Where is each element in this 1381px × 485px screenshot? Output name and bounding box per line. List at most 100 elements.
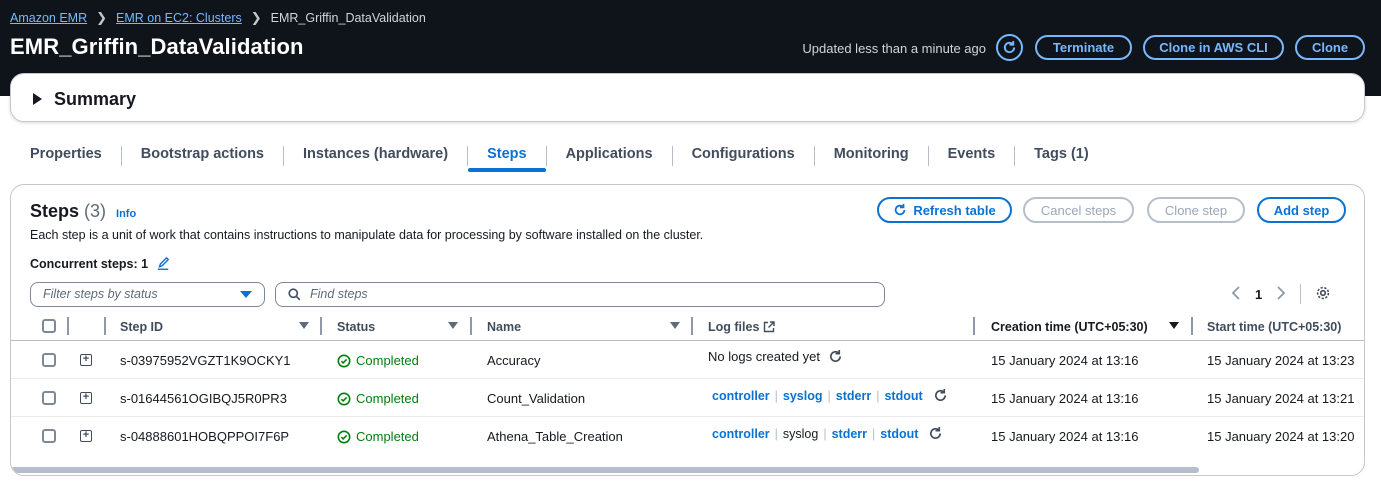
chevron-right-icon[interactable] [1276, 285, 1286, 303]
tab-events[interactable]: Events [929, 140, 1015, 172]
expand-row-icon[interactable]: + [80, 430, 92, 442]
terminate-button[interactable]: Terminate [1035, 35, 1132, 60]
breadcrumb-clusters[interactable]: EMR on EC2: Clusters [116, 11, 242, 25]
horizontal-scrollbar[interactable] [11, 467, 1199, 473]
refresh-icon [895, 203, 906, 216]
steps-count: (3) [84, 201, 107, 221]
status-text: Completed [356, 353, 419, 368]
refresh-button[interactable] [996, 34, 1023, 61]
step-id: s-03975952VGZT1K9OCKY1 [120, 353, 291, 368]
log-link-controller[interactable]: controller [712, 389, 770, 403]
find-steps-input[interactable]: Find steps [275, 282, 885, 307]
log-link-stderr[interactable]: stderr [832, 427, 867, 441]
tab-tags[interactable]: Tags (1) [1015, 140, 1108, 172]
steps-description: Each step is a unit of work that contain… [30, 228, 704, 242]
log-files: controller | syslog | stderr | stdout [712, 426, 943, 441]
row-checkbox[interactable] [42, 391, 56, 405]
log-link-syslog[interactable]: syslog [783, 389, 823, 403]
expand-row-icon[interactable]: + [80, 354, 92, 366]
log-separator: | [823, 426, 827, 441]
clone-button[interactable]: Clone [1295, 35, 1365, 60]
tab-configurations[interactable]: Configurations [673, 140, 814, 172]
tab-properties[interactable]: Properties [10, 140, 121, 172]
edit-icon[interactable] [156, 257, 170, 271]
check-circle-icon [337, 354, 351, 367]
tab-bar: Properties Bootstrap actions Instances (… [10, 140, 1108, 172]
status-badge: Completed [337, 353, 419, 368]
clone-step-button[interactable]: Clone step [1147, 197, 1245, 223]
log-files: controller | syslog | stderr | stdout [712, 388, 948, 403]
concurrent-steps-label: Concurrent steps: 1 [30, 257, 149, 271]
refresh-icon[interactable] [933, 388, 948, 403]
status-badge: Completed [337, 391, 419, 406]
log-link-stdout[interactable]: stdout [880, 427, 918, 441]
log-link-stdout[interactable]: stdout [884, 389, 922, 403]
tab-bootstrap-actions[interactable]: Bootstrap actions [122, 140, 283, 172]
log-link-stderr[interactable]: stderr [836, 389, 871, 403]
sort-caret-icon[interactable] [299, 322, 309, 329]
summary-label: Summary [54, 89, 137, 109]
step-name: Athena_Table_Creation [487, 429, 623, 444]
sort-caret-icon[interactable] [670, 322, 680, 329]
column-divider [470, 317, 472, 335]
refresh-icon[interactable] [828, 349, 843, 364]
status-text: Completed [356, 391, 419, 406]
column-start-time[interactable]: Start time (UTC+05:30) [1207, 320, 1341, 334]
log-separator: | [872, 426, 876, 441]
search-icon [288, 288, 301, 304]
column-log-files[interactable]: Log files [708, 320, 776, 334]
steps-heading: Steps (3) Info [30, 201, 136, 222]
external-link-icon [764, 321, 776, 333]
page-number[interactable]: 1 [1255, 287, 1262, 302]
log-separator: | [827, 388, 831, 403]
cancel-steps-button[interactable]: Cancel steps [1023, 197, 1134, 223]
status-filter-select[interactable]: Filter steps by status [30, 282, 265, 307]
tab-instances[interactable]: Instances (hardware) [284, 140, 467, 172]
step-name: Accuracy [487, 353, 541, 368]
column-step-id[interactable]: Step ID [120, 320, 163, 334]
tab-applications[interactable]: Applications [547, 140, 672, 172]
chevron-left-icon[interactable] [1231, 285, 1241, 303]
table-row[interactable]: + s-01644561OGIBQJ5R0PR3 Completed Count… [11, 380, 1364, 417]
concurrent-steps: Concurrent steps: 1 [30, 257, 170, 271]
sort-caret-icon[interactable] [448, 322, 458, 329]
summary-expander[interactable]: Summary [10, 73, 1365, 122]
column-status[interactable]: Status [337, 320, 375, 334]
tab-steps[interactable]: Steps [468, 140, 546, 172]
add-step-button[interactable]: Add step [1257, 197, 1346, 223]
clone-in-aws-cli-button[interactable]: Clone in AWS CLI [1143, 35, 1284, 60]
expand-row-icon[interactable]: + [80, 392, 92, 404]
step-id: s-01644561OGIBQJ5R0PR3 [120, 391, 287, 406]
tab-monitoring[interactable]: Monitoring [815, 140, 928, 172]
breadcrumb: Amazon EMR ❯ EMR on EC2: Clusters ❯ EMR_… [10, 10, 426, 26]
pager-divider [1300, 284, 1302, 304]
row-checkbox[interactable] [42, 429, 56, 443]
column-divider [973, 317, 975, 335]
refresh-table-button[interactable]: Refresh table [877, 197, 1012, 223]
refresh-table-label: Refresh table [913, 202, 996, 218]
column-divider [1191, 317, 1193, 335]
status-filter-placeholder: Filter steps by status [43, 287, 158, 301]
page-title: EMR_Griffin_DataValidation [10, 34, 304, 59]
settings-gear-icon[interactable] [1315, 285, 1331, 304]
column-creation-time[interactable]: Creation time (UTC+05:30) [991, 320, 1148, 334]
table-row[interactable]: + s-03975952VGZT1K9OCKY1 Completed Accur… [11, 342, 1364, 379]
log-files: No logs created yet [708, 349, 843, 364]
creation-time: 15 January 2024 at 13:16 [991, 391, 1139, 406]
creation-time: 15 January 2024 at 13:16 [991, 429, 1139, 444]
row-checkbox[interactable] [42, 353, 56, 367]
select-all-checkbox[interactable] [42, 319, 56, 333]
table-header: Step ID Status Name Log files Creation t… [11, 313, 1364, 341]
column-name[interactable]: Name [487, 320, 521, 334]
info-link[interactable]: Info [116, 208, 136, 220]
steps-panel: Steps (3) Info Each step is a unit of wo… [10, 184, 1365, 476]
steps-title: Steps [30, 201, 80, 221]
sort-caret-icon[interactable] [1169, 322, 1179, 329]
breadcrumb-amazon-emr[interactable]: Amazon EMR [10, 11, 87, 25]
log-link-controller[interactable]: controller [712, 427, 770, 441]
creation-time: 15 January 2024 at 13:16 [991, 353, 1139, 368]
status-badge: Completed [337, 429, 419, 444]
table-row[interactable]: + s-04888601HOBQPPOI7F6P Completed Athen… [11, 418, 1364, 455]
start-time: 15 January 2024 at 13:23 [1207, 353, 1355, 368]
refresh-icon[interactable] [928, 426, 943, 441]
